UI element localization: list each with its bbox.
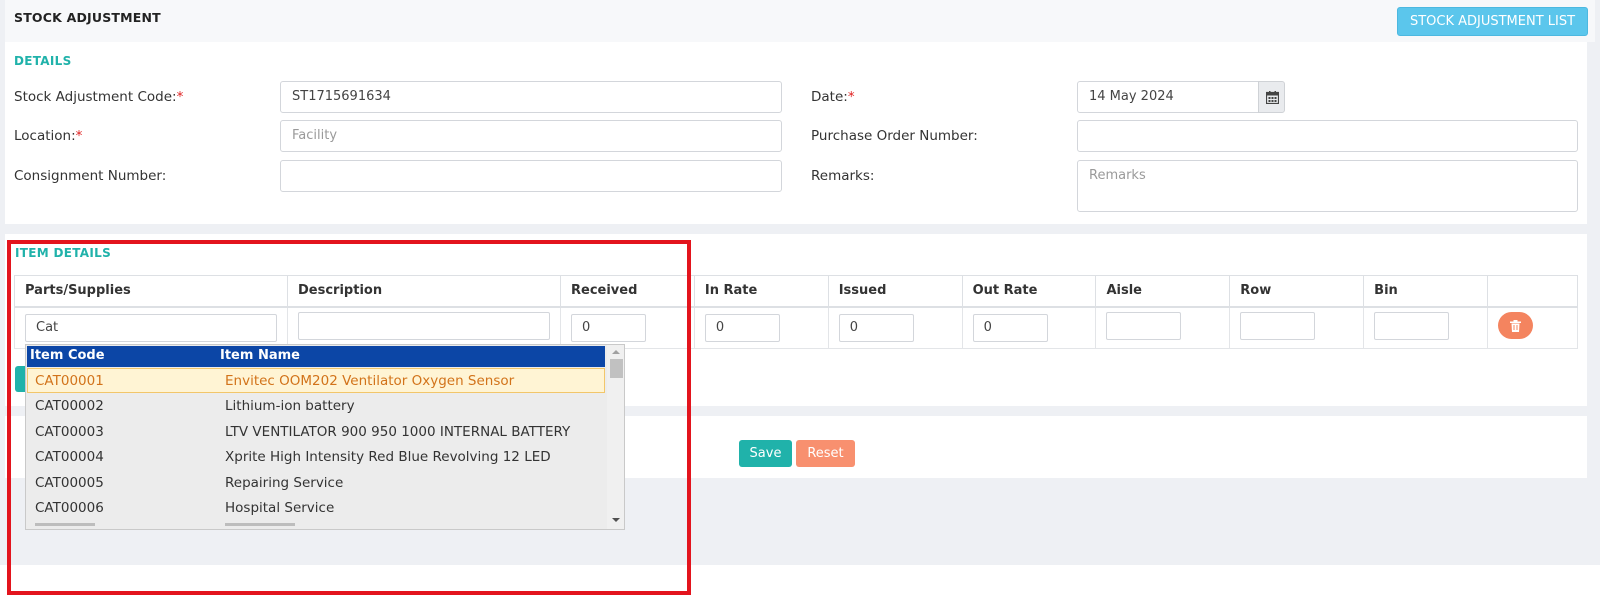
scroll-down-icon[interactable]	[607, 513, 625, 527]
received-input[interactable]: 0	[571, 313, 646, 342]
column-header-received: Received	[560, 275, 695, 308]
trash-icon	[1510, 320, 1522, 333]
consignment-number-input[interactable]	[280, 160, 782, 192]
calendar-button[interactable]	[1258, 81, 1285, 113]
autocomplete-dropdown[interactable]: Item Code Item Name CAT00001 Envitec OOM…	[25, 344, 625, 530]
autocomplete-option-partial[interactable]	[27, 521, 605, 529]
autocomplete-option[interactable]: CAT00004 Xprite High Intensity Red Blue …	[27, 445, 605, 470]
location-input[interactable]: Facility	[280, 120, 782, 152]
scrollbar-thumb[interactable]	[610, 359, 623, 378]
issued-input[interactable]: 0	[838, 313, 914, 342]
stock-adjustment-code-label: Stock Adjustment Code:*	[14, 89, 184, 105]
date-input[interactable]: 14 May 2024	[1077, 81, 1259, 113]
table-row: Cat 0 0 0 0	[14, 306, 1578, 349]
calendar-icon	[1266, 91, 1279, 104]
row-input[interactable]	[1240, 311, 1316, 340]
stock-adjustment-list-button[interactable]: STOCK ADJUSTMENT LIST	[1397, 7, 1588, 36]
column-header-in-rate: In Rate	[693, 275, 829, 308]
page-header: STOCK ADJUSTMENT	[5, 0, 1595, 42]
item-details-section-title: ITEM DETAILS	[15, 246, 112, 260]
stock-adjustment-code-input[interactable]: ST1715691634	[280, 81, 782, 113]
out-rate-input[interactable]: 0	[972, 313, 1048, 342]
page-title: STOCK ADJUSTMENT	[14, 10, 161, 25]
consignment-number-label: Consignment Number:	[14, 168, 167, 184]
item-code-header: Item Code	[30, 348, 105, 363]
dropdown-scrollbar[interactable]	[607, 345, 625, 529]
save-button[interactable]: Save	[739, 440, 792, 467]
column-header-bin: Bin	[1363, 275, 1489, 308]
delete-row-button[interactable]	[1498, 312, 1534, 340]
column-header-issued: Issued	[827, 275, 963, 308]
column-header-description: Description	[287, 275, 561, 308]
in-rate-input[interactable]: 0	[704, 313, 780, 342]
autocomplete-option[interactable]: CAT00005 Repairing Service	[27, 471, 605, 496]
details-section-title: DETAILS	[14, 54, 72, 68]
remarks-label: Remarks:	[811, 168, 875, 184]
location-label: Location:*	[14, 128, 83, 144]
item-name-header: Item Name	[220, 348, 300, 363]
reset-button[interactable]: Reset	[796, 440, 855, 467]
autocomplete-header: Item Code Item Name	[27, 346, 605, 367]
autocomplete-option[interactable]: CAT00001 Envitec OOM202 Ventilator Oxyge…	[27, 368, 605, 393]
column-header-aisle: Aisle	[1095, 275, 1231, 308]
remarks-textarea[interactable]: Remarks	[1077, 160, 1578, 212]
items-table: Parts/Supplies Description Received In R…	[14, 275, 1578, 349]
parts-supplies-input[interactable]: Cat	[25, 313, 277, 342]
column-header-parts: Parts/Supplies	[14, 275, 288, 308]
description-input[interactable]	[298, 311, 550, 340]
autocomplete-option[interactable]: CAT00002 Lithium-ion battery	[27, 394, 605, 419]
date-label: Date:*	[811, 89, 855, 105]
aisle-input[interactable]	[1106, 311, 1182, 340]
column-header-actions	[1487, 275, 1578, 308]
bin-input[interactable]	[1374, 311, 1450, 340]
column-header-row: Row	[1229, 275, 1365, 308]
purchase-order-label: Purchase Order Number:	[811, 128, 978, 144]
column-header-out-rate: Out Rate	[961, 275, 1097, 308]
items-header-row: Parts/Supplies Description Received In R…	[14, 275, 1578, 308]
scroll-up-icon[interactable]	[607, 345, 625, 359]
purchase-order-input[interactable]	[1077, 120, 1578, 152]
autocomplete-option[interactable]: CAT00006 Hospital Service	[27, 496, 605, 521]
autocomplete-option[interactable]: CAT00003 LTV VENTILATOR 900 950 1000 INT…	[27, 420, 605, 445]
